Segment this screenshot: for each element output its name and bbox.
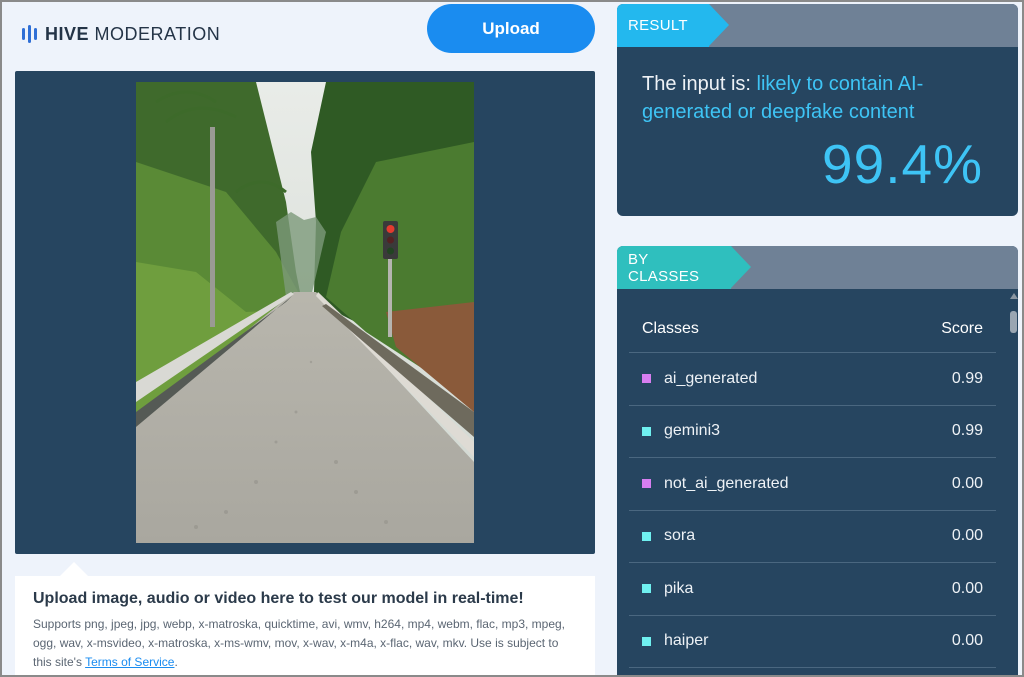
column-header-classes: Classes bbox=[642, 320, 699, 337]
column-header-score: Score bbox=[941, 320, 983, 337]
result-header: RESULT bbox=[617, 4, 1018, 47]
class-color-swatch bbox=[642, 426, 651, 436]
result-panel: RESULT The input is: likely to contain A… bbox=[617, 4, 1018, 216]
upload-info-box: Upload image, audio or video here to tes… bbox=[15, 576, 595, 677]
result-verdict: The input is: likely to contain AI-gener… bbox=[642, 73, 924, 123]
classes-table: Classes Score ai_generated 0.99 gemini3 … bbox=[629, 306, 996, 668]
uploaded-image bbox=[136, 82, 474, 543]
scroll-up-arrow-icon[interactable] bbox=[1010, 293, 1018, 299]
classes-panel: BY CLASSES Classes Score ai_generated 0.… bbox=[617, 246, 1018, 677]
table-row: gemini3 0.99 bbox=[629, 406, 996, 458]
table-row: haiper 0.00 bbox=[629, 616, 996, 668]
classes-header: BY CLASSES bbox=[617, 246, 1018, 289]
class-color-swatch bbox=[642, 636, 651, 646]
result-score: 99.4% bbox=[822, 133, 983, 195]
info-pointer bbox=[60, 562, 88, 576]
tab-result: RESULT bbox=[617, 4, 729, 47]
table-row: ai_generated 0.99 bbox=[629, 353, 996, 406]
tab-by-classes: BY CLASSES bbox=[617, 246, 751, 289]
hive-logo-icon bbox=[22, 24, 37, 44]
table-row: sora 0.00 bbox=[629, 511, 996, 563]
class-color-swatch bbox=[642, 531, 651, 541]
upload-info-title: Upload image, audio or video here to tes… bbox=[33, 590, 524, 607]
scrollbar[interactable] bbox=[1010, 293, 1018, 677]
class-color-swatch bbox=[642, 479, 651, 489]
supported-formats-text: Supports png, jpeg, jpg, webp, x-matrosk… bbox=[33, 617, 566, 669]
class-color-swatch bbox=[642, 374, 651, 384]
hive-logo[interactable]: HIVE MODERATION bbox=[22, 23, 220, 45]
table-row: pika 0.00 bbox=[629, 563, 996, 616]
terms-of-service-link[interactable]: Terms of Service bbox=[85, 655, 174, 669]
table-row: not_ai_generated 0.00 bbox=[629, 458, 996, 511]
table-header: Classes Score bbox=[629, 306, 996, 353]
logo-text: HIVE MODERATION bbox=[45, 23, 221, 44]
image-preview-panel bbox=[15, 71, 595, 554]
upload-button[interactable]: Upload bbox=[427, 4, 595, 53]
class-color-swatch bbox=[642, 584, 651, 594]
scroll-thumb[interactable] bbox=[1010, 311, 1017, 333]
